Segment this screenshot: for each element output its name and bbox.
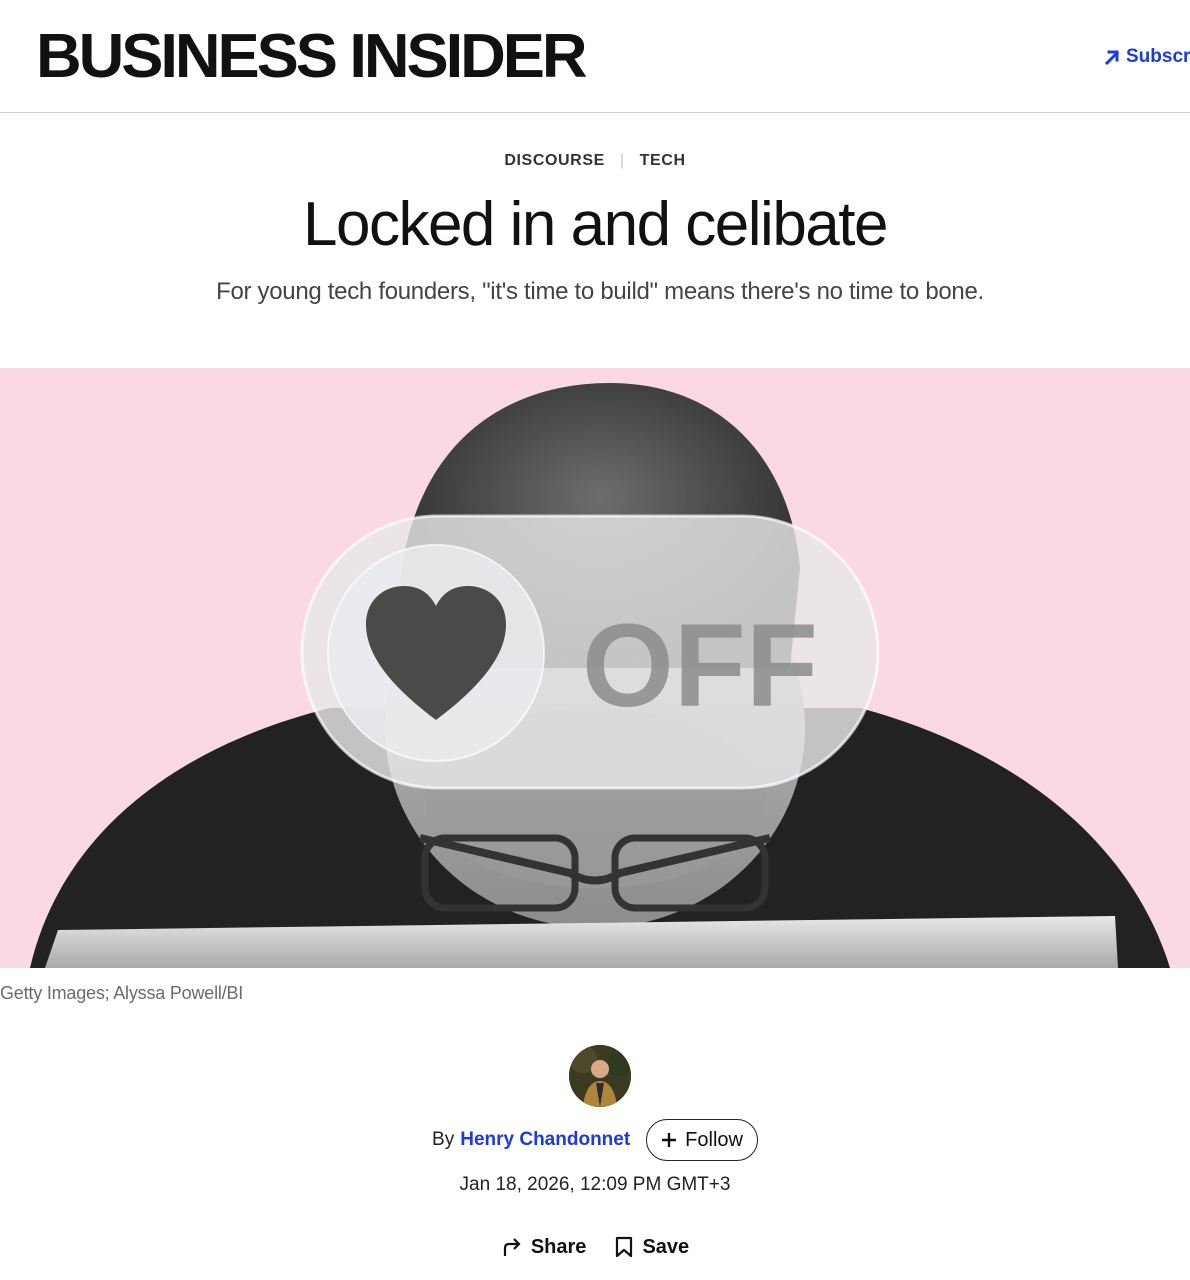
publish-date: Jan 18, 2026, 12:09 PM GMT+3 — [459, 1174, 731, 1195]
avatar-image — [569, 1045, 631, 1107]
author-link[interactable]: Henry Chandonnet — [460, 1129, 630, 1151]
hero-image: OFF — [0, 368, 1190, 968]
image-caption: Getty Images; Alyssa Powell/BI — [0, 983, 244, 1003]
category-discourse[interactable]: DISCOURSE — [504, 152, 605, 170]
arrow-up-right-icon — [1104, 50, 1120, 65]
share-icon — [503, 1238, 521, 1256]
follow-button[interactable]: Follow — [646, 1119, 758, 1161]
save-button[interactable]: Save — [614, 1236, 689, 1259]
author-avatar[interactable] — [569, 1045, 631, 1107]
category-breadcrumb: DISCOURSE | TECH — [0, 150, 1190, 172]
subscribe-label: Subscribe — [1126, 46, 1190, 67]
site-header: BUSINESS INSIDER Subscribe — [0, 0, 1190, 113]
category-tech[interactable]: TECH — [640, 152, 686, 170]
plus-icon — [662, 1133, 677, 1147]
article-dek: For young tech founders, "it's time to b… — [216, 278, 984, 305]
byline-prefix: By — [432, 1129, 455, 1150]
hero-illustration: OFF — [30, 383, 1170, 968]
share-button[interactable]: Share — [501, 1235, 587, 1259]
bookmark-icon — [616, 1236, 633, 1258]
subscribe-link[interactable]: Subscribe — [1104, 44, 1190, 70]
toggle-off-label: OFF — [582, 600, 818, 732]
category-divider: | — [619, 152, 625, 169]
share-label: Share — [530, 1235, 587, 1258]
byline: By Henry Chandonnet Follow — [0, 1118, 1190, 1162]
follow-label: Follow — [685, 1128, 743, 1151]
article-actions: Share Save — [0, 1232, 1190, 1262]
site-logo[interactable]: BUSINESS INSIDER — [36, 22, 587, 92]
article-headline: Locked in and celibate — [302, 190, 889, 259]
save-label: Save — [642, 1235, 690, 1258]
article-page: BUSINESS INSIDER Subscribe DISCOURSE | T… — [0, 0, 1190, 1280]
